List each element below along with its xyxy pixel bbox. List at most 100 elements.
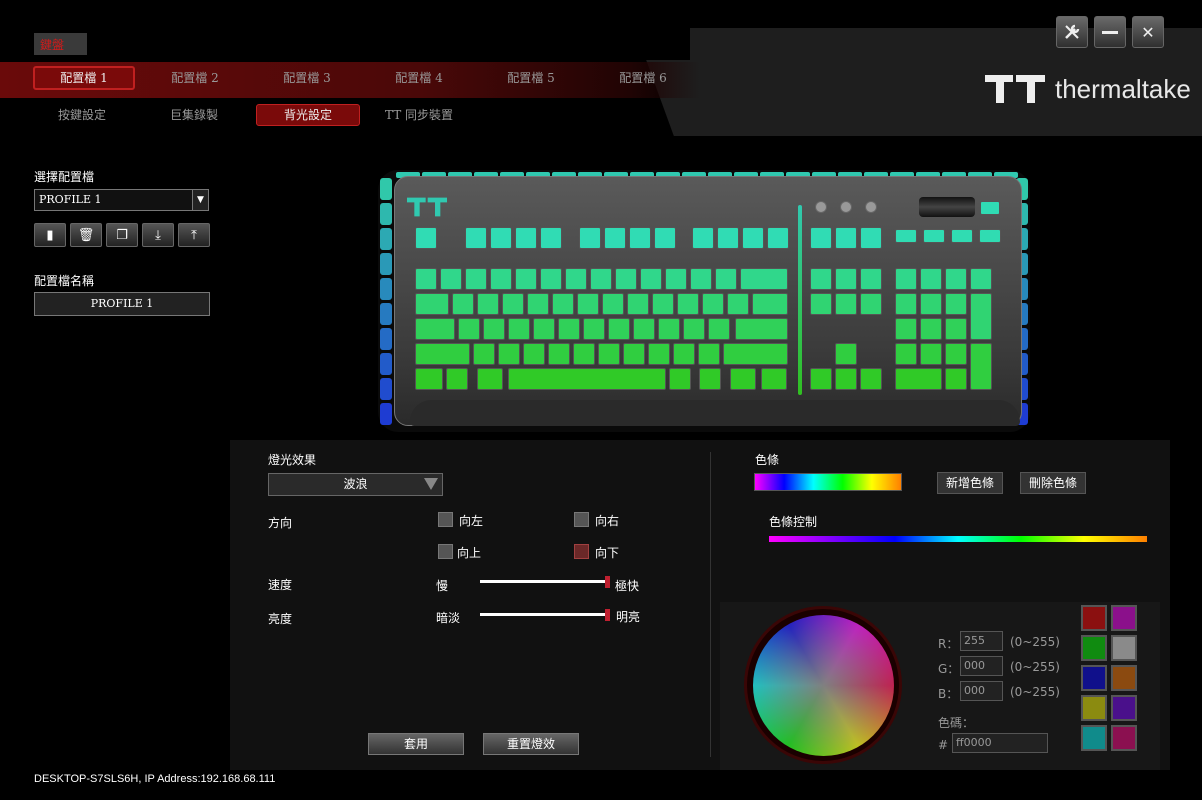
minimize-button[interactable] xyxy=(1094,16,1126,48)
keyboard-key[interactable] xyxy=(633,318,655,340)
keyboard-key[interactable] xyxy=(920,293,942,315)
keyboard-key[interactable] xyxy=(415,268,437,290)
keyboard-key[interactable] xyxy=(508,318,530,340)
direction-right-checkbox[interactable] xyxy=(574,512,589,527)
keyboard-key[interactable] xyxy=(717,227,739,249)
keyboard-key[interactable] xyxy=(970,268,992,290)
profile-name-field[interactable]: PROFILE 1 xyxy=(34,292,210,316)
keyboard-key[interactable] xyxy=(810,227,832,249)
direction-left-checkbox[interactable] xyxy=(438,512,453,527)
keyboard-key[interactable] xyxy=(527,293,549,315)
keyboard-key[interactable] xyxy=(715,268,737,290)
keyboard-key[interactable] xyxy=(598,343,620,365)
keyboard-key[interactable] xyxy=(752,293,788,315)
media-button[interactable] xyxy=(865,201,877,213)
color-swatch[interactable] xyxy=(1081,605,1107,631)
direction-down-checkbox[interactable] xyxy=(574,544,589,559)
keyboard-key[interactable] xyxy=(895,343,917,365)
keyboard-key[interactable] xyxy=(740,268,788,290)
keyboard-key[interactable] xyxy=(477,368,503,390)
settings-wrench-icon[interactable] xyxy=(1056,16,1088,48)
tab-profile-4[interactable]: 配置檔 4 xyxy=(368,66,470,90)
keyboard-key[interactable] xyxy=(446,368,468,390)
keyboard-key[interactable] xyxy=(640,268,662,290)
keyboard-key[interactable] xyxy=(508,368,666,390)
effect-select[interactable]: 波浪 xyxy=(268,473,443,496)
keyboard-key[interactable] xyxy=(810,293,832,315)
profile-select[interactable]: PROFILE 1 ▼ xyxy=(34,189,209,211)
keyboard-key[interactable] xyxy=(415,368,443,390)
color-swatch[interactable] xyxy=(1111,665,1137,691)
keyboard-key[interactable] xyxy=(945,268,967,290)
keyboard-key[interactable] xyxy=(540,227,562,249)
color-swatch[interactable] xyxy=(1111,605,1137,631)
tab-profile-6[interactable]: 配置檔 6 xyxy=(592,66,694,90)
keyboard-key[interactable] xyxy=(810,368,832,390)
keyboard-key[interactable] xyxy=(627,293,649,315)
keyboard-key[interactable] xyxy=(533,318,555,340)
keyboard-key[interactable] xyxy=(658,318,680,340)
apply-button[interactable]: 套用 xyxy=(368,733,464,755)
keyboard-key[interactable] xyxy=(415,293,449,315)
keyboard-key[interactable] xyxy=(920,343,942,365)
keyboard-key[interactable] xyxy=(835,293,857,315)
keyboard-key[interactable] xyxy=(415,318,455,340)
b-input[interactable]: 000 xyxy=(960,681,1003,701)
r-input[interactable]: 255 xyxy=(960,631,1003,651)
keyboard-key[interactable] xyxy=(629,227,651,249)
keyboard-key[interactable] xyxy=(579,227,601,249)
color-swatch[interactable] xyxy=(1081,665,1107,691)
keyboard-key[interactable] xyxy=(923,229,945,243)
keyboard-key[interactable] xyxy=(604,227,626,249)
color-bar[interactable] xyxy=(754,473,902,491)
keyboard-key[interactable] xyxy=(835,227,857,249)
reset-effect-button[interactable]: 重置燈效 xyxy=(483,733,579,755)
keyboard-key[interactable] xyxy=(483,318,505,340)
keyboard-key[interactable] xyxy=(415,343,470,365)
copy-profile-button[interactable]: ❐ xyxy=(106,223,138,247)
keyboard-key[interactable] xyxy=(465,268,487,290)
tab-key-settings[interactable]: 按鍵設定 xyxy=(30,104,134,126)
keyboard-key[interactable] xyxy=(677,293,699,315)
keyboard-key[interactable] xyxy=(979,229,1001,243)
tab-profile-2[interactable]: 配置檔 2 xyxy=(144,66,246,90)
delete-color-bar-button[interactable]: 刪除色條 xyxy=(1020,472,1086,494)
keyboard-key[interactable] xyxy=(515,227,537,249)
media-button[interactable] xyxy=(840,201,852,213)
keyboard-key[interactable] xyxy=(458,318,480,340)
keyboard-key[interactable] xyxy=(727,293,749,315)
keyboard-key[interactable] xyxy=(761,368,787,390)
keyboard-key[interactable] xyxy=(835,343,857,365)
keyboard-key[interactable] xyxy=(665,268,687,290)
keyboard-key[interactable] xyxy=(440,268,462,290)
device-tag[interactable]: 鍵盤 xyxy=(34,33,87,55)
keyboard-key[interactable] xyxy=(699,368,721,390)
delete-profile-button[interactable]: 🗑 xyxy=(70,223,102,247)
keyboard-key[interactable] xyxy=(577,293,599,315)
keyboard-key[interactable] xyxy=(835,268,857,290)
keyboard-key[interactable] xyxy=(558,318,580,340)
color-swatch[interactable] xyxy=(1111,725,1137,751)
media-button[interactable] xyxy=(815,201,827,213)
import-profile-button[interactable]: ⤓ xyxy=(142,223,174,247)
keyboard-key[interactable] xyxy=(683,318,705,340)
keyboard-key[interactable] xyxy=(590,268,612,290)
color-swatch[interactable] xyxy=(1081,725,1107,751)
keyboard-key[interactable] xyxy=(673,343,695,365)
keyboard-key[interactable] xyxy=(980,201,1000,215)
keyboard-key[interactable] xyxy=(415,227,437,249)
color-wheel[interactable] xyxy=(753,615,894,756)
color-swatch[interactable] xyxy=(1081,635,1107,661)
keyboard-key[interactable] xyxy=(735,318,788,340)
hex-input[interactable]: ff0000 xyxy=(952,733,1048,753)
keyboard-key[interactable] xyxy=(895,293,917,315)
keyboard-key[interactable] xyxy=(692,227,714,249)
keyboard-key[interactable] xyxy=(945,318,967,340)
keyboard-key[interactable] xyxy=(465,227,487,249)
tab-tt-sync[interactable]: TT 同步裝置 xyxy=(367,104,471,126)
keyboard-key[interactable] xyxy=(945,343,967,365)
keyboard-key[interactable] xyxy=(648,343,670,365)
color-swatch[interactable] xyxy=(1111,635,1137,661)
chevron-down-icon[interactable]: ▼ xyxy=(192,190,208,210)
keyboard-key[interactable] xyxy=(477,293,499,315)
